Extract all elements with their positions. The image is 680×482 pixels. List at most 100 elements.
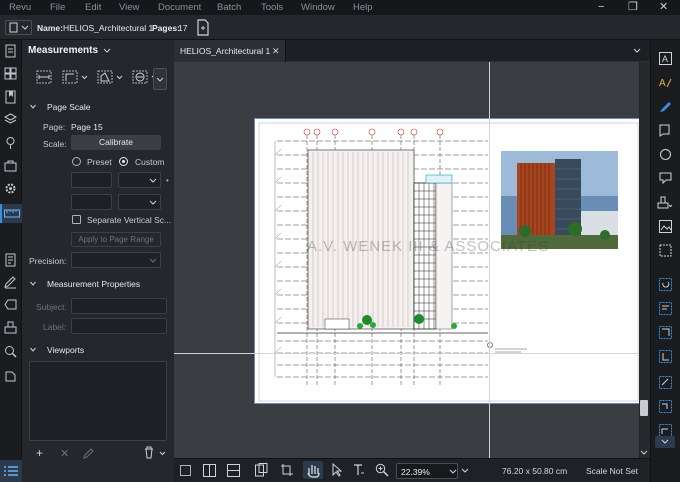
search-icon[interactable] [3,345,18,360]
scroll-down-icon[interactable] [640,450,648,456]
zoom-value[interactable]: 22.39% [401,467,430,477]
crop-icon[interactable] [657,326,673,340]
menu-help[interactable]: Help [353,2,373,13]
stamp-tool-icon[interactable] [657,196,673,210]
select-arrow-icon[interactable] [331,462,343,479]
grid-icon[interactable] [3,67,18,82]
menu-edit[interactable]: Edit [85,2,101,13]
places-icon[interactable] [3,136,18,151]
scale-status[interactable]: Scale Not Set [586,466,638,476]
menu-window[interactable]: Window [301,2,335,13]
chevron-down-icon[interactable] [81,75,88,80]
label-input[interactable] [71,318,167,334]
separate-vertical-checkbox[interactable] [72,215,81,224]
polylength-tool-icon[interactable] [62,70,78,84]
extract-page-icon[interactable] [657,376,673,390]
more-tools-button[interactable] [153,68,167,90]
rotate-icon[interactable] [657,278,673,292]
split-horizontal-icon[interactable] [227,464,240,479]
layers-icon[interactable] [3,113,18,128]
callout-icon[interactable] [657,172,673,186]
page-properties-icon[interactable] [196,19,210,36]
chevron-down-icon[interactable] [633,48,641,54]
stamp-icon[interactable] [3,321,18,336]
pan-hand-tool[interactable] [303,461,323,479]
menu-file[interactable]: File [50,2,65,13]
close-tab-icon[interactable]: ✕ [272,46,280,57]
add-icon[interactable]: + [36,446,43,460]
document-info-bar: Name: HELIOS_Architectural 1 Pages: 17 [0,15,680,40]
vertical-scrollbar[interactable] [639,62,650,458]
preset-radio[interactable] [72,157,81,166]
calibrate-button[interactable]: Calibrate [71,135,161,150]
pen-icon[interactable] [657,100,673,114]
sync-views-icon[interactable] [255,463,268,479]
scale-unit-2-select[interactable] [118,194,161,210]
area-tool-icon[interactable] [97,70,113,84]
count-tool-icon[interactable] [132,70,148,84]
chevron-down-icon[interactable] [30,281,36,287]
highlight-text-icon[interactable]: A [657,76,673,90]
tab-helios-architectural[interactable]: HELIOS_Architectural 1 ✕ [174,40,286,62]
precision-select[interactable] [71,252,161,268]
edit-pencil-icon[interactable] [83,447,95,461]
length-tool-icon[interactable] [36,70,52,84]
chevron-down-icon[interactable] [461,468,469,474]
menu-batch[interactable]: Batch [217,2,241,13]
thumbnails-icon[interactable] [3,44,18,59]
scale-value-2-input[interactable] [71,194,112,210]
page-scale-header[interactable]: Page Scale [47,102,90,112]
toolchest-icon[interactable] [3,159,18,174]
zoom-combobox[interactable]: 22.39% [396,463,458,479]
scale-unit-1-select[interactable] [118,172,161,188]
chevron-down-icon[interactable] [30,104,36,110]
replace-page-icon[interactable] [657,400,673,414]
text-box-icon[interactable]: A [657,52,673,66]
viewports-list[interactable] [29,361,167,441]
ellipse-icon[interactable] [657,148,673,162]
measurements-tab[interactable] [0,204,22,223]
chevron-down-icon[interactable] [116,75,123,80]
scale-value-1-input[interactable] [71,172,112,188]
snap-icon[interactable] [280,463,293,479]
close-window-button[interactable]: ✕ [659,1,668,13]
studio-icon[interactable] [3,369,18,384]
markups-list-icon[interactable] [3,253,18,268]
tag-icon[interactable] [3,298,18,313]
split-vertical-icon[interactable] [203,464,216,479]
snapshot-icon[interactable] [657,244,673,258]
viewports-header[interactable]: Viewports [47,345,84,355]
note-icon[interactable] [657,124,673,138]
menu-document[interactable]: Document [158,2,201,13]
insert-page-icon[interactable] [657,350,673,364]
flatten-icon[interactable] [657,302,673,316]
signatures-icon[interactable] [3,276,18,291]
more-tools-expander[interactable] [655,436,675,448]
panel-list-toggle[interactable] [0,460,22,482]
chevron-down-icon[interactable] [103,48,111,54]
chevron-down-icon[interactable] [159,451,166,456]
minimize-button[interactable]: − [598,1,604,13]
select-text-icon[interactable] [352,463,365,479]
menu-tools[interactable]: Tools [261,2,283,13]
image-icon[interactable] [657,220,673,234]
zoom-icon[interactable] [375,463,389,479]
restore-button[interactable]: ❐ [628,1,638,13]
chevron-down-icon[interactable] [449,469,457,475]
properties-gear-icon[interactable] [3,182,18,197]
apply-page-range-button[interactable]: Apply to Page Range [71,232,161,247]
menu-revu[interactable]: Revu [9,2,31,13]
single-page-view-icon[interactable] [180,465,191,476]
trash-icon[interactable] [143,446,155,461]
chevron-down-icon[interactable] [30,347,36,353]
menu-view[interactable]: View [119,2,139,13]
bookmarks-icon[interactable] [3,90,18,105]
document-canvas[interactable]: A.V. WENEK III & ASSOCIATES [174,62,641,458]
document-menu-button[interactable] [5,20,32,35]
custom-radio[interactable] [119,157,128,166]
subject-input[interactable] [71,298,167,314]
delete-x-icon[interactable]: ✕ [60,447,69,460]
scroll-thumb[interactable] [640,400,648,416]
drawing-watermark: A.V. WENEK III & ASSOCIATES [307,238,550,255]
measurement-properties-header[interactable]: Measurement Properties [47,279,140,289]
